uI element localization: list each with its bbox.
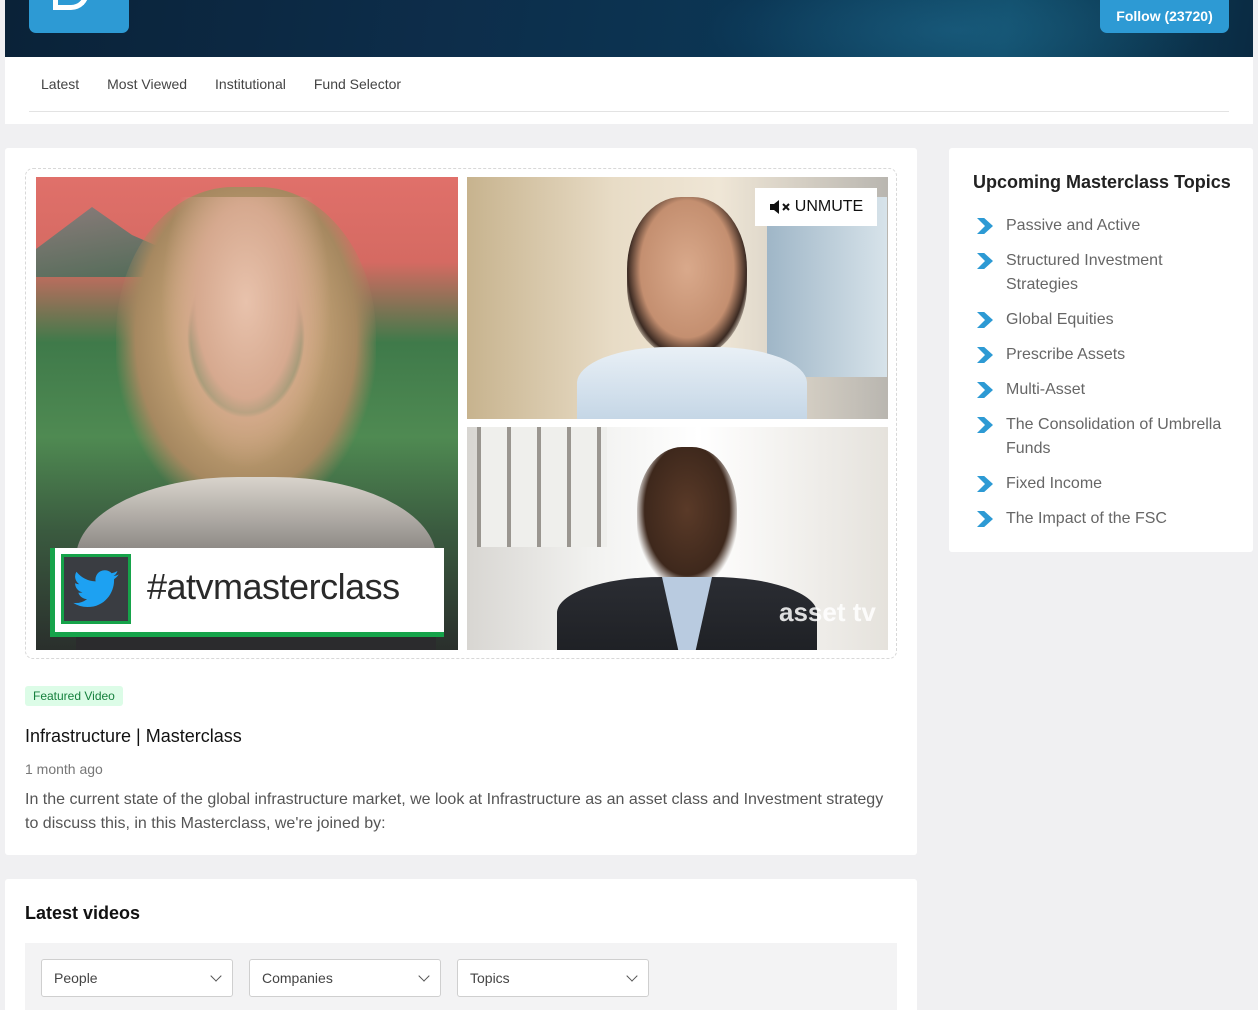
logo-glyph-icon <box>53 0 89 10</box>
channel-logo[interactable] <box>29 0 129 33</box>
topic-label: The Consolidation of Umbrella Funds <box>1006 416 1222 457</box>
asset-tv-watermark: asset tv <box>779 597 876 627</box>
topic-label: Multi-Asset <box>1006 381 1086 398</box>
chevron-right-icon <box>977 347 993 363</box>
channel-banner <box>5 0 1253 57</box>
chevron-down-icon <box>210 970 222 982</box>
guest-1-shirt <box>577 347 807 419</box>
people-filter-select[interactable]: People <box>41 959 233 997</box>
companies-filter-select[interactable]: Companies <box>249 959 441 997</box>
filter-bar: People Companies Topics <box>25 943 897 1010</box>
backdrop-blinds <box>477 427 607 547</box>
hashtag-text: #atvmasterclass <box>147 566 400 607</box>
chevron-down-icon <box>626 970 638 982</box>
topic-list: Passive and Active Structured Investment… <box>973 214 1233 542</box>
video-description: In the current state of the global infra… <box>25 791 884 832</box>
topic-label: Prescribe Assets <box>1006 346 1126 363</box>
unmute-button[interactable]: UNMUTE <box>755 188 877 226</box>
follow-button[interactable]: Follow (23720) <box>1100 0 1229 33</box>
featured-video-card: #atvmasterclass UNMUTE asset tv Featured… <box>5 148 917 855</box>
people-filter-label: People <box>54 970 98 986</box>
topics-filter-select[interactable]: Topics <box>457 959 649 997</box>
masterclass-topics-card: Upcoming Masterclass Topics Passive and … <box>949 148 1253 552</box>
topic-item[interactable]: Structured Investment Strategies <box>973 249 1233 297</box>
topic-item[interactable]: Passive and Active <box>973 214 1233 238</box>
chevron-right-icon <box>977 382 993 398</box>
nav-fund-selector[interactable]: Fund Selector <box>314 76 401 92</box>
nav-institutional[interactable]: Institutional <box>215 76 286 92</box>
topic-label: Global Equities <box>1006 311 1114 328</box>
companies-filter-label: Companies <box>262 970 333 986</box>
topic-item[interactable]: Prescribe Assets <box>973 343 1233 367</box>
hashtag-lower-third: #atvmasterclass <box>50 548 444 637</box>
video-panel-guest-2: asset tv <box>467 427 888 650</box>
channel-subnav: Latest Most Viewed Institutional Fund Se… <box>29 57 1229 112</box>
channel-header: Follow (23720) Latest Most Viewed Instit… <box>5 0 1253 124</box>
twitter-icon <box>61 554 131 624</box>
nav-latest[interactable]: Latest <box>41 76 79 92</box>
muted-speaker-icon <box>769 200 790 214</box>
video-panel-guest-1: UNMUTE <box>467 177 888 419</box>
topic-label: Passive and Active <box>1006 217 1141 234</box>
video-player[interactable]: #atvmasterclass UNMUTE asset tv <box>25 168 897 659</box>
topic-label: Fixed Income <box>1006 475 1103 492</box>
guest-2-face <box>637 447 737 587</box>
topics-filter-label: Topics <box>470 970 510 986</box>
sidebar-title: Upcoming Masterclass Topics <box>973 172 1231 192</box>
chevron-right-icon <box>977 312 993 328</box>
video-title[interactable]: Infrastructure | Masterclass <box>25 726 242 747</box>
topic-item[interactable]: Fixed Income <box>973 472 1233 496</box>
nav-most-viewed[interactable]: Most Viewed <box>107 76 187 92</box>
host-face <box>146 197 346 497</box>
unmute-label: UNMUTE <box>794 198 864 215</box>
chevron-right-icon <box>977 417 993 433</box>
chevron-right-icon <box>977 476 993 492</box>
latest-videos-section: Latest videos People Companies Topics <box>5 879 917 1010</box>
guest-1-face <box>627 197 747 357</box>
chevron-right-icon <box>977 511 993 527</box>
latest-videos-title: Latest videos <box>25 903 141 923</box>
chevron-down-icon <box>418 970 430 982</box>
video-timestamp: 1 month ago <box>25 761 103 777</box>
featured-badge: Featured Video <box>25 686 123 706</box>
chevron-right-icon <box>977 253 993 269</box>
chevron-right-icon <box>977 218 993 234</box>
topic-label: The Impact of the FSC <box>1006 510 1167 527</box>
video-panel-host: #atvmasterclass <box>36 177 458 650</box>
guest-2-suit <box>557 577 817 650</box>
topic-item[interactable]: The Impact of the FSC <box>973 507 1233 531</box>
topic-item[interactable]: The Consolidation of Umbrella Funds <box>973 413 1233 461</box>
topic-item[interactable]: Multi-Asset <box>973 378 1233 402</box>
topic-label: Structured Investment Strategies <box>1006 252 1163 293</box>
topic-item[interactable]: Global Equities <box>973 308 1233 332</box>
